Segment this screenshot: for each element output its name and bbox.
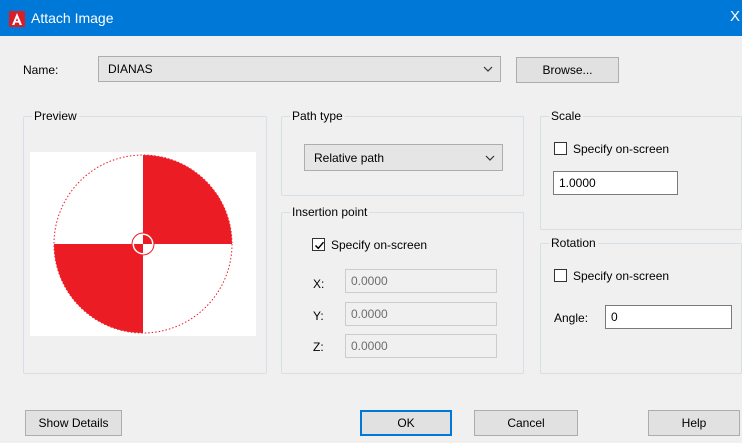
angle-input[interactable]: 0: [605, 305, 732, 329]
autocad-app-icon: [9, 11, 25, 27]
preview-title: Preview: [32, 109, 79, 123]
ok-button[interactable]: OK: [360, 410, 452, 436]
x-label: X:: [313, 277, 325, 291]
checkmark-icon: [314, 241, 325, 250]
chevron-down-icon: [483, 66, 493, 72]
show-details-button[interactable]: Show Details: [25, 410, 122, 436]
insertion-specify-label[interactable]: Specify on-screen: [331, 238, 427, 252]
scale-specify-checkbox[interactable]: [554, 142, 567, 155]
cancel-button[interactable]: Cancel: [474, 410, 578, 436]
path-type-value: Relative path: [314, 150, 385, 165]
z-label: Z:: [313, 340, 324, 354]
scale-title: Scale: [549, 109, 584, 123]
name-dropdown[interactable]: DIANAS: [98, 56, 501, 82]
target-image: [53, 154, 233, 334]
close-icon[interactable]: X: [730, 8, 740, 26]
insertion-specify-checkbox[interactable]: [312, 238, 325, 251]
rotation-specify-label[interactable]: Specify on-screen: [573, 269, 669, 283]
y-input[interactable]: 0.0000: [345, 302, 497, 326]
name-dropdown-value: DIANAS: [108, 62, 153, 76]
x-input[interactable]: 0.0000: [345, 269, 497, 293]
rotation-specify-checkbox[interactable]: [554, 269, 567, 282]
rotation-title: Rotation: [549, 236, 598, 250]
path-type-dropdown[interactable]: Relative path: [304, 144, 503, 171]
z-input[interactable]: 0.0000: [345, 334, 497, 358]
scale-specify-label[interactable]: Specify on-screen: [573, 142, 669, 156]
browse-button[interactable]: Browse...: [516, 57, 619, 83]
scale-input[interactable]: 1.0000: [553, 171, 678, 195]
name-label: Name:: [23, 63, 59, 77]
path-type-title: Path type: [290, 109, 345, 123]
window-title: Attach Image: [31, 10, 114, 26]
angle-label: Angle:: [554, 311, 589, 325]
chevron-down-icon: [485, 155, 495, 161]
title-bar[interactable]: Attach Image X: [0, 0, 742, 36]
insertion-point-title: Insertion point: [290, 205, 370, 219]
help-button[interactable]: Help: [648, 410, 740, 436]
preview-image: [30, 152, 256, 336]
y-label: Y:: [313, 309, 324, 323]
